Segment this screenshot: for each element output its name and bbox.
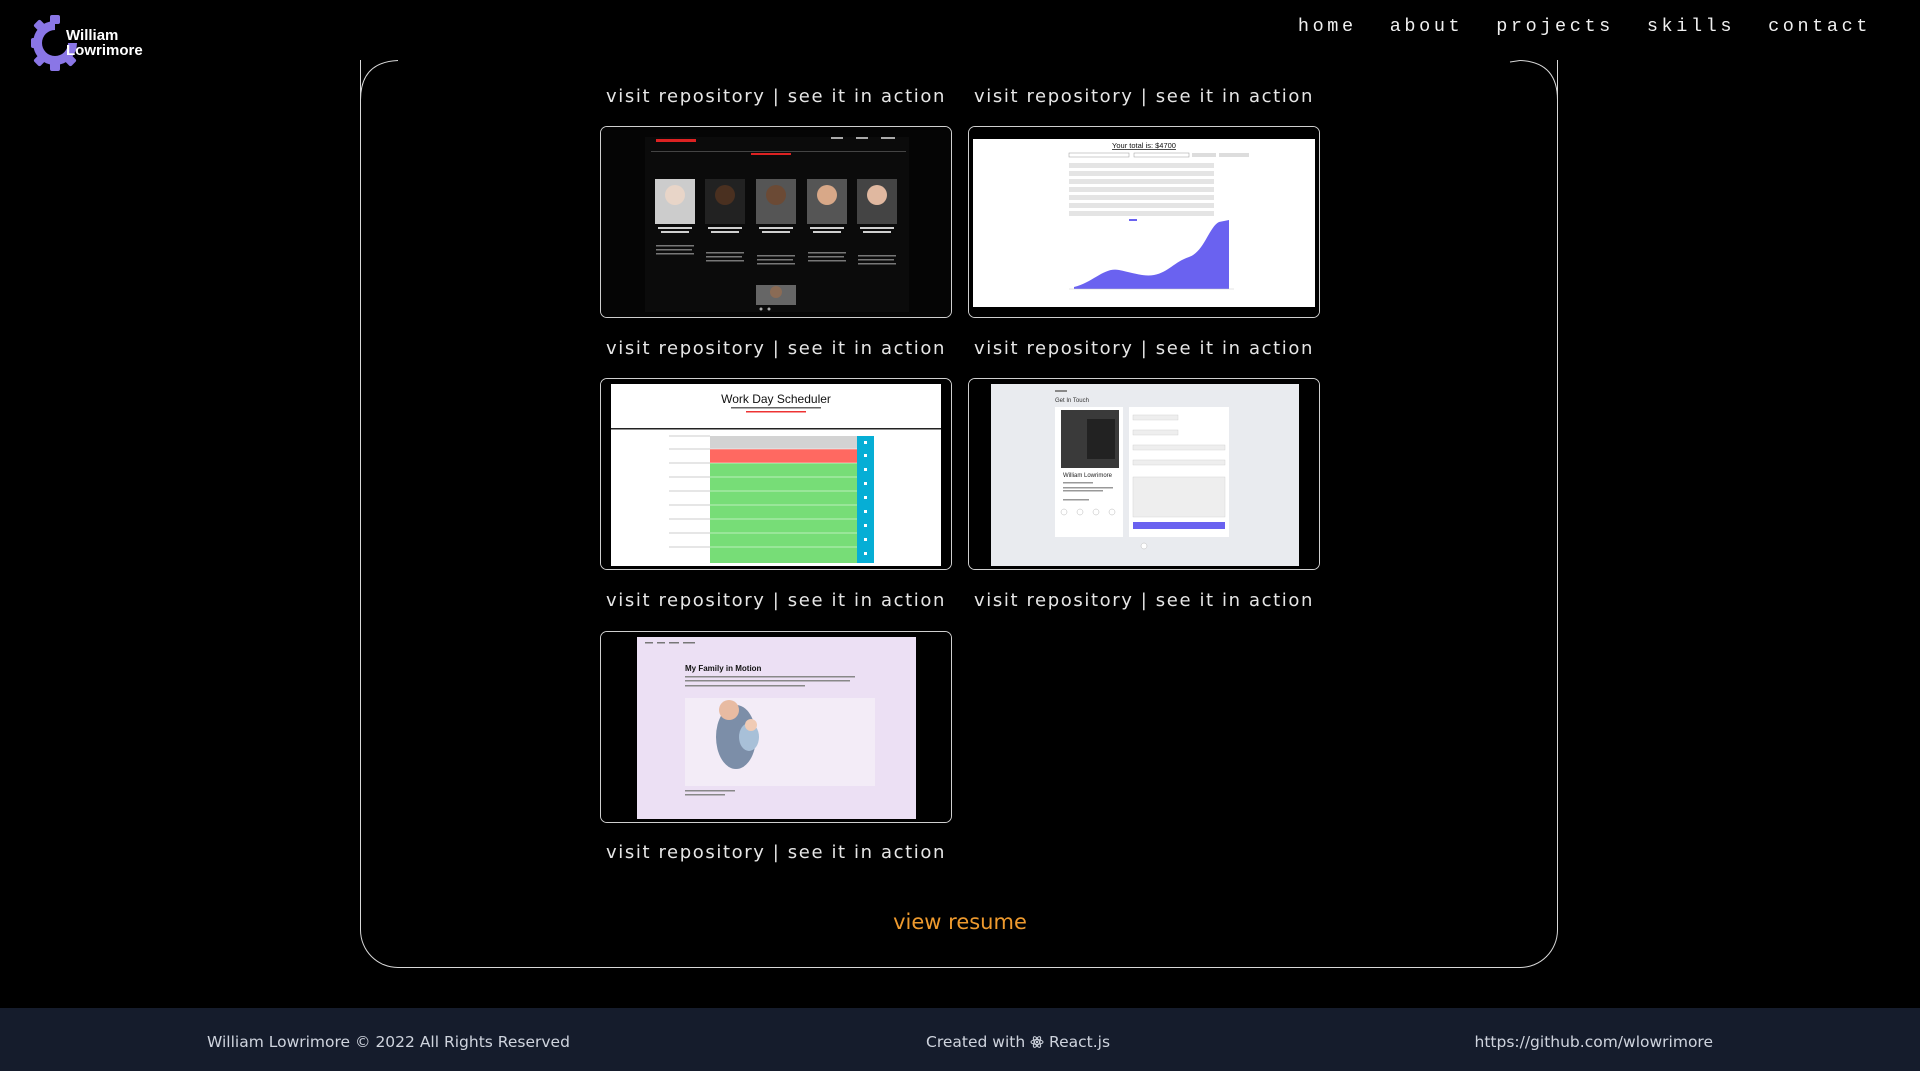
demo-link[interactable]: see it in action <box>788 338 946 359</box>
projects-frame <box>360 60 1558 968</box>
project-thumbnail: Your total is: $4700 <box>969 127 1319 317</box>
link-separator: | <box>1140 86 1149 107</box>
project-thumbnail: Work Day Scheduler <box>601 379 951 569</box>
demo-link[interactable]: see it in action <box>788 590 946 611</box>
view-resume-link[interactable]: view resume <box>0 910 1920 934</box>
project-card-contact-form[interactable]: Get In Touch William Lowrimore <box>968 378 1320 570</box>
react-icon <box>1030 1036 1044 1048</box>
link-separator: | <box>772 842 781 863</box>
project-thumbnail <box>601 127 951 317</box>
link-separator: | <box>772 86 781 107</box>
link-separator: | <box>1140 338 1149 359</box>
nav-projects[interactable]: projects <box>1496 16 1614 37</box>
repo-link[interactable]: visit repository <box>606 338 765 359</box>
footer-created-with: Created with React.js <box>926 1033 1110 1051</box>
project-card-mugshots[interactable] <box>600 126 952 318</box>
thumbnail-contact-title: Get In Touch <box>1055 398 1089 404</box>
logo-text: William Lowrimore <box>66 28 143 58</box>
footer-created-prefix: Created with <box>926 1033 1026 1051</box>
thumbnail-family-title: My Family in Motion <box>685 664 762 673</box>
site-logo[interactable]: William Lowrimore <box>30 15 143 71</box>
project-links: visit repository | see it in action <box>968 86 1320 107</box>
footer-copyright: William Lowrimore © 2022 All Rights Rese… <box>207 1033 570 1051</box>
repo-link[interactable]: visit repository <box>974 338 1133 359</box>
logo-last-name: Lowrimore <box>66 42 143 59</box>
demo-link[interactable]: see it in action <box>788 86 946 107</box>
project-card-family-in-motion[interactable]: My Family in Motion <box>600 631 952 823</box>
repo-link[interactable]: visit repository <box>606 842 765 863</box>
project-links: visit repository | see it in action <box>600 86 952 107</box>
repo-link[interactable]: visit repository <box>974 86 1133 107</box>
thumbnail-scheduler-title: Work Day Scheduler <box>721 392 831 406</box>
repo-link[interactable]: visit repository <box>606 86 765 107</box>
link-separator: | <box>1140 590 1149 611</box>
link-separator: | <box>772 338 781 359</box>
project-links: visit repository | see it in action <box>600 338 952 359</box>
footer-github-link[interactable]: https://github.com/wlowrimore <box>1475 1033 1714 1051</box>
demo-link[interactable]: see it in action <box>788 842 946 863</box>
project-links: visit repository | see it in action <box>968 338 1320 359</box>
nav-contact[interactable]: contact <box>1768 16 1871 37</box>
footer-created-suffix: React.js <box>1049 1033 1111 1051</box>
thumbnail-contact-name: William Lowrimore <box>1063 473 1113 479</box>
logo-first-name: William <box>66 27 119 44</box>
thumbnail-total-text: Your total is: $4700 <box>1112 141 1176 150</box>
project-links: visit repository | see it in action <box>600 842 952 863</box>
nav-about[interactable]: about <box>1390 16 1464 37</box>
project-links: visit repository | see it in action <box>968 590 1320 611</box>
project-card-work-day-scheduler[interactable]: Work Day Scheduler <box>600 378 952 570</box>
repo-link[interactable]: visit repository <box>606 590 765 611</box>
project-thumbnail: My Family in Motion <box>601 632 951 822</box>
project-links: visit repository | see it in action <box>600 590 952 611</box>
site-footer: William Lowrimore © 2022 All Rights Rese… <box>0 1008 1920 1071</box>
demo-link[interactable]: see it in action <box>1156 86 1314 107</box>
project-thumbnail: Get In Touch William Lowrimore <box>969 379 1319 569</box>
main-nav: home about projects skills contact <box>1298 16 1871 37</box>
nav-home[interactable]: home <box>1298 16 1357 37</box>
demo-link[interactable]: see it in action <box>1156 590 1314 611</box>
project-card-budget-tracker[interactable]: Your total is: $4700 <box>968 126 1320 318</box>
link-separator: | <box>772 590 781 611</box>
nav-skills[interactable]: skills <box>1647 16 1735 37</box>
demo-link[interactable]: see it in action <box>1156 338 1314 359</box>
repo-link[interactable]: visit repository <box>974 590 1133 611</box>
